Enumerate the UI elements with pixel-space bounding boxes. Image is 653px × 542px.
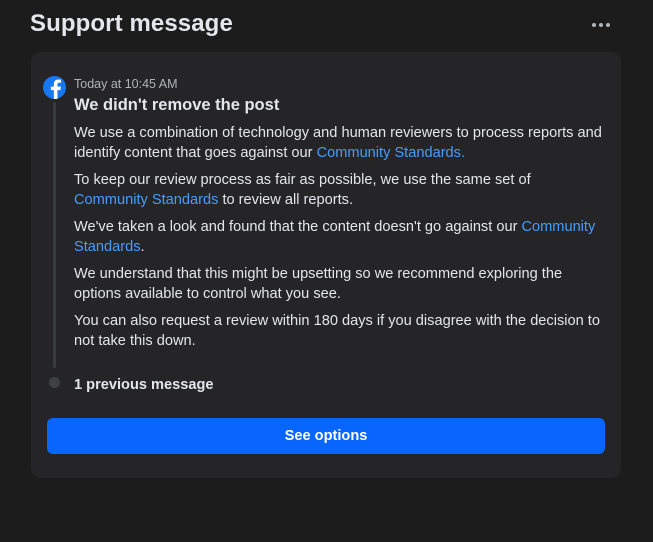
timeline-line <box>53 102 56 368</box>
paragraph-text: To keep our review process as fair as po… <box>74 172 531 188</box>
timeline-dot <box>49 377 60 388</box>
message-paragraph: We understand that this might be upsetti… <box>74 264 604 304</box>
more-horizontal-icon <box>592 23 610 27</box>
paragraph-text: We've taken a look and found that the co… <box>74 219 522 235</box>
paragraph-text: You can also request a review within 180… <box>74 313 600 349</box>
message-paragraph: We use a combination of technology and h… <box>74 123 604 163</box>
support-message-page: Support message Today at 10:45 AM We did… <box>0 0 653 542</box>
paragraph-text: . <box>140 239 145 255</box>
paragraph-text: We understand that this might be upsetti… <box>74 266 563 302</box>
message-content: Today at 10:45 AM We didn't remove the p… <box>74 76 604 351</box>
message-title: We didn't remove the post <box>74 96 280 114</box>
message-paragraph: You can also request a review within 180… <box>74 311 604 351</box>
facebook-logo-icon <box>43 76 66 99</box>
see-options-button[interactable]: See options <box>47 418 605 454</box>
community-standards-link[interactable]: Community Standards <box>74 192 218 208</box>
message-timestamp: Today at 10:45 AM <box>74 77 178 91</box>
support-message-card: Today at 10:45 AM We didn't remove the p… <box>31 52 621 478</box>
message-paragraph: We've taken a look and found that the co… <box>74 217 604 257</box>
community-standards-link[interactable]: Community Standards. <box>317 145 465 161</box>
page-title: Support message <box>30 10 233 37</box>
paragraph-text: to review all reports. <box>218 192 354 208</box>
more-options-button[interactable] <box>588 12 614 38</box>
previous-message-link[interactable]: 1 previous message <box>74 376 214 394</box>
message-paragraph: To keep our review process as fair as po… <box>74 170 604 210</box>
